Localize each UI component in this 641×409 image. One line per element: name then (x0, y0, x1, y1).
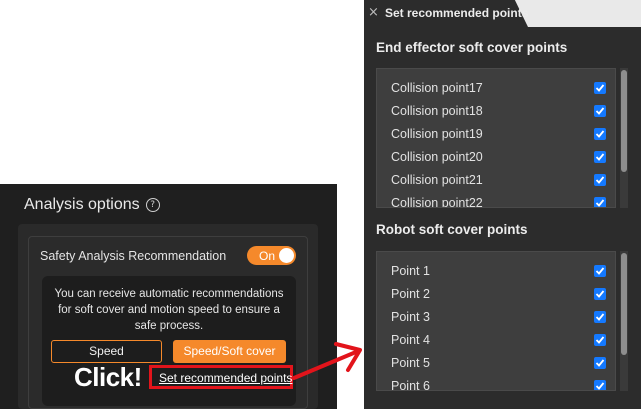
checkmark-icon (595, 382, 605, 390)
list-item: Collision point21 (391, 171, 606, 191)
checkbox[interactable] (594, 82, 606, 94)
speed-button[interactable]: Speed (51, 340, 162, 363)
robot-section-title: Robot soft cover points (376, 222, 528, 237)
checkbox[interactable] (594, 311, 606, 323)
checkbox[interactable] (594, 334, 606, 346)
robot-scrollbar[interactable] (620, 251, 628, 391)
list-item: Point 5 (391, 354, 606, 374)
arrow-icon (292, 342, 362, 380)
checkbox[interactable] (594, 128, 606, 140)
point-label: Collision point22 (391, 196, 483, 208)
robot-points-list: Point 1 Point 2 Point 3 Point 4 Point 5 … (376, 251, 616, 391)
point-label: Point 1 (391, 264, 430, 278)
safety-recommendation-title: Safety Analysis Recommendation (40, 249, 227, 263)
scrollbar-thumb[interactable] (621, 253, 627, 355)
list-item: Point 4 (391, 331, 606, 351)
point-label: Collision point21 (391, 173, 483, 187)
checkmark-icon (595, 130, 605, 138)
list-item: Collision point18 (391, 102, 606, 122)
end-effector-section-title: End effector soft cover points (376, 40, 568, 55)
toggle-knob (279, 248, 294, 263)
analysis-options-label: Analysis options (24, 196, 140, 213)
point-label: Point 2 (391, 287, 430, 301)
close-icon[interactable]: × (368, 5, 379, 20)
end-effector-points-list: Collision point17 Collision point18 Coll… (376, 68, 616, 208)
point-label: Point 6 (391, 379, 430, 391)
checkbox[interactable] (594, 357, 606, 369)
checkbox[interactable] (594, 265, 606, 277)
checkmark-icon (595, 176, 605, 184)
recommendation-info-text: You can receive automatic recommendation… (54, 288, 284, 332)
checkbox[interactable] (594, 151, 606, 163)
list-item: Point 2 (391, 285, 606, 305)
point-label: Collision point18 (391, 104, 483, 118)
list-item: Collision point17 (391, 79, 606, 99)
help-icon[interactable]: ? (145, 198, 160, 212)
toggle-state-label: On (259, 249, 276, 263)
safety-recommendation-toggle[interactable]: On (247, 246, 296, 265)
set-recommended-points-link[interactable]: Set recommended points (159, 371, 292, 385)
list-item: Collision point19 (391, 125, 606, 145)
list-item: Point 6 (391, 377, 606, 391)
point-label: Point 5 (391, 356, 430, 370)
list-item: Collision point20 (391, 148, 606, 168)
list-item: Collision point22 (391, 194, 606, 208)
analysis-options-title: Analysis options ? (24, 196, 160, 214)
point-label: Point 4 (391, 333, 430, 347)
scrollbar-thumb[interactable] (621, 70, 627, 172)
checkbox[interactable] (594, 288, 606, 300)
list-item: Point 3 (391, 308, 606, 328)
checkbox[interactable] (594, 105, 606, 117)
checkmark-icon (595, 313, 605, 321)
end-effector-scrollbar[interactable] (620, 68, 628, 208)
checkmark-icon (595, 359, 605, 367)
speed-soft-cover-button[interactable]: Speed/Soft cover (173, 340, 286, 363)
point-label: Collision point19 (391, 127, 483, 141)
click-annotation: Click! (74, 362, 142, 392)
point-label: Collision point17 (391, 81, 483, 95)
checkmark-icon (595, 199, 605, 207)
checkmark-icon (595, 84, 605, 92)
checkbox[interactable] (594, 174, 606, 186)
checkmark-icon (595, 336, 605, 344)
checkbox[interactable] (594, 197, 606, 207)
point-label: Point 3 (391, 310, 430, 324)
checkmark-icon (595, 107, 605, 115)
checkbox[interactable] (594, 380, 606, 390)
checkmark-icon (595, 153, 605, 161)
point-label: Collision point20 (391, 150, 483, 164)
dialog-tab-title: Set recommended points (385, 6, 529, 20)
checkmark-icon (595, 267, 605, 275)
set-recommended-points-highlight: Set recommended points (149, 365, 293, 389)
list-item: Point 1 (391, 262, 606, 282)
checkmark-icon (595, 290, 605, 298)
